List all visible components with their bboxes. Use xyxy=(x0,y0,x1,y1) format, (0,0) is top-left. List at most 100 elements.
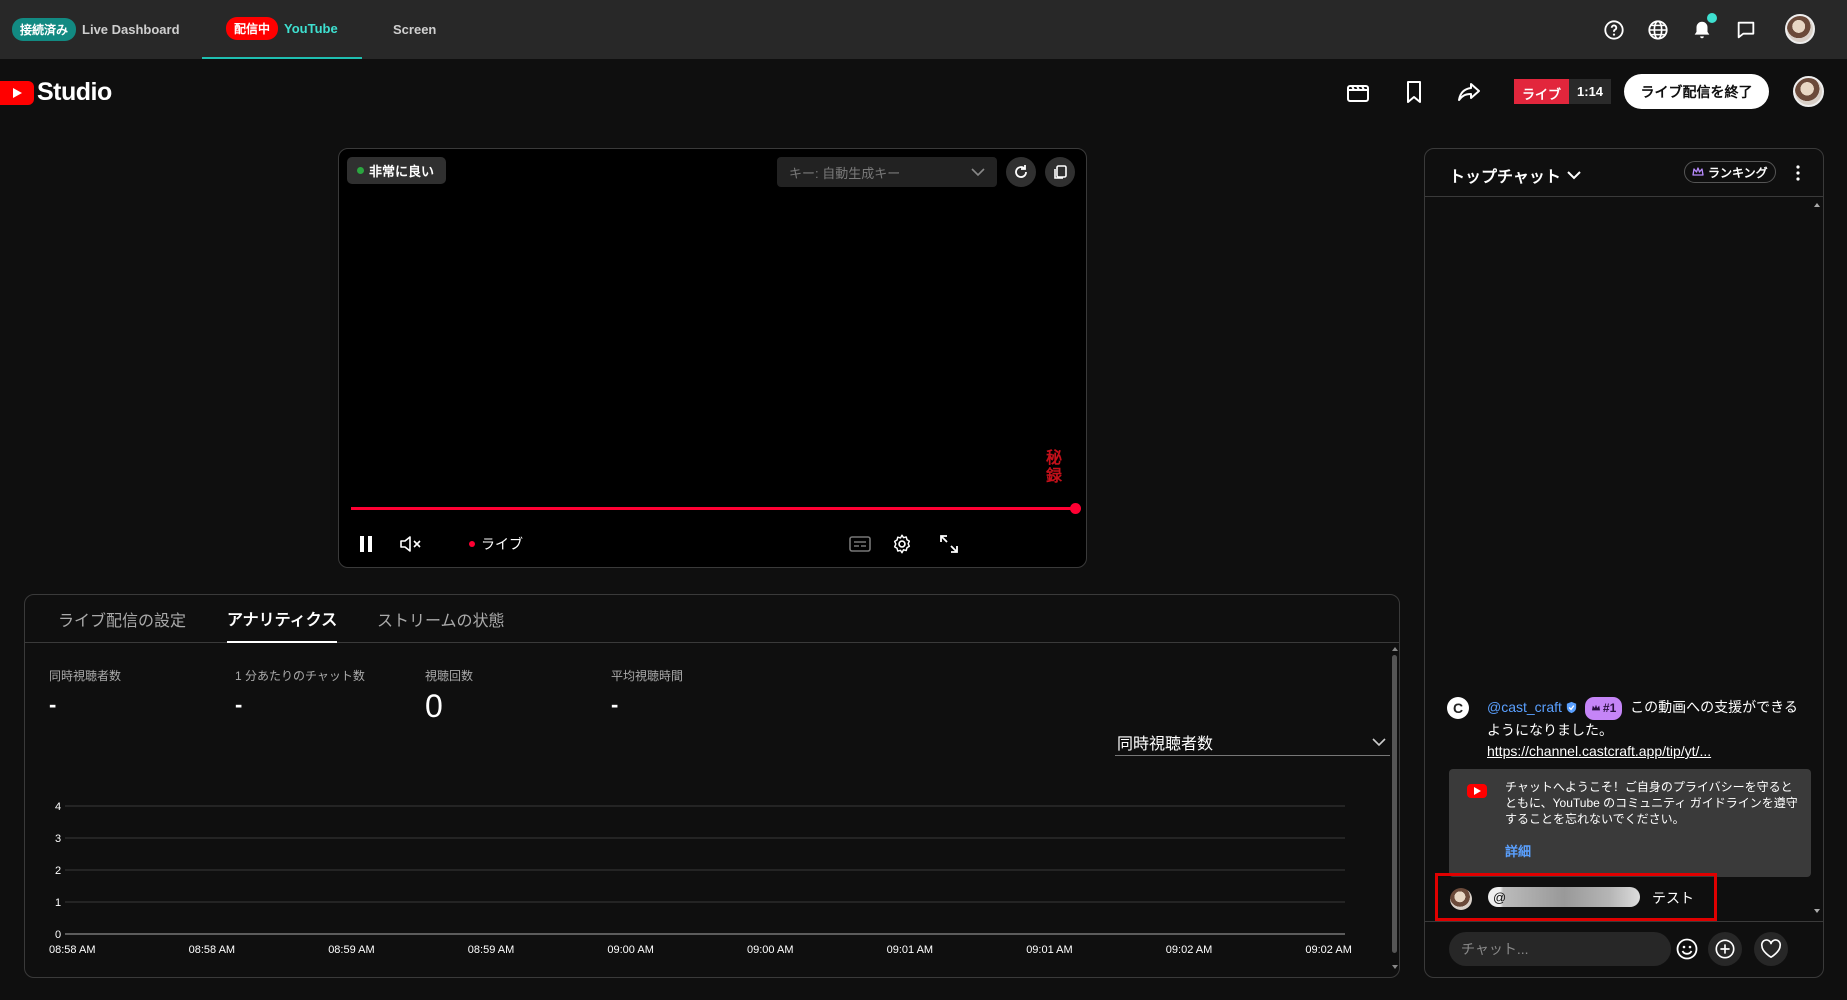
welcome-details-link[interactable]: 詳細 xyxy=(1505,841,1531,860)
verified-badge-icon xyxy=(1565,701,1578,714)
stream-health-badge: 非常に良い xyxy=(347,157,447,184)
tab-live-dashboard[interactable]: 接続済み Live Dashboard xyxy=(12,0,180,59)
heart-icon xyxy=(1760,939,1782,959)
captions-button[interactable] xyxy=(845,529,875,559)
tab-live-dashboard-label: Live Dashboard xyxy=(82,22,180,37)
more-options-icon[interactable] xyxy=(1787,161,1809,185)
x-tick-label: 09:02 AM xyxy=(1166,944,1212,956)
tab-youtube-label: YouTube xyxy=(284,21,338,36)
tab-screen[interactable]: Screen xyxy=(393,0,436,59)
chat-input[interactable] xyxy=(1449,932,1671,966)
rank-badge-label: #1 xyxy=(1602,701,1617,715)
help-icon[interactable] xyxy=(1601,17,1627,43)
chevron-down-icon xyxy=(971,167,985,177)
welcome-text: チャットへようこそ！ご自身のプライバシーを守るとともに、YouTube のコミュ… xyxy=(1505,780,1798,826)
mention-redacted[interactable]: @ xyxy=(1488,887,1640,907)
scrollbar-thumb[interactable] xyxy=(1392,655,1397,953)
chat-message-body: @cast_craft #1 この動画への支援ができるようになりました。https… xyxy=(1487,697,1807,762)
y-tick-label: 4 xyxy=(55,801,61,813)
streaming-badge: 配信中 xyxy=(226,17,279,40)
x-tick-label: 08:59 AM xyxy=(328,944,374,956)
viewers-line-chart: 0 1 2 3 4 08:58 AM 08:58 AM 08:59 AM 08:59 AM 09:… xyxy=(49,801,1352,956)
mention-at: @ xyxy=(1493,889,1507,905)
chat-title: トップチャット xyxy=(1449,169,1561,186)
x-tick-label: 09:00 AM xyxy=(607,944,653,956)
channel-avatar[interactable] xyxy=(1793,76,1824,107)
fullscreen-button[interactable] xyxy=(934,529,964,559)
chat-message-link[interactable]: https://channel.castcraft.app/tip/yt/... xyxy=(1487,743,1711,759)
plus-circle-icon xyxy=(1714,938,1736,960)
live-dot xyxy=(469,541,475,547)
chat-message: C @cast_craft #1 この動画への支援ができるようになりました。htt… xyxy=(1447,697,1807,762)
ranking-label: ランキング xyxy=(1708,165,1768,180)
crown-icon xyxy=(1591,704,1600,711)
panel-scrollbar[interactable] xyxy=(1391,645,1399,975)
copy-icon xyxy=(1052,164,1068,180)
y-tick-label: 1 xyxy=(55,897,61,909)
bell-icon[interactable] xyxy=(1689,13,1717,43)
tab-youtube[interactable]: 配信中 YouTube xyxy=(202,0,362,59)
chat-bubble-icon[interactable] xyxy=(1733,17,1759,43)
progress-knob[interactable] xyxy=(1070,503,1081,514)
chat-header: トップチャット ランキング xyxy=(1425,149,1823,197)
castcraft-avatar: C xyxy=(1447,697,1469,719)
copy-key-button[interactable] xyxy=(1045,157,1075,187)
emoji-icon[interactable] xyxy=(1675,937,1699,961)
settings-button[interactable] xyxy=(887,529,917,559)
chat-mode-select[interactable]: トップチャット xyxy=(1449,163,1581,187)
clapperboard-icon[interactable] xyxy=(1344,78,1372,106)
x-tick-label: 09:01 AM xyxy=(887,944,933,956)
tab-screen-label: Screen xyxy=(393,22,437,37)
chevron-down-icon xyxy=(1567,170,1581,180)
y-tick-label: 0 xyxy=(55,929,61,941)
captions-icon xyxy=(849,535,871,553)
health-dot xyxy=(357,167,364,174)
highlighted-chat-message: @ テスト xyxy=(1435,873,1717,921)
end-stream-button[interactable]: ライブ配信を終了 xyxy=(1624,74,1769,109)
x-tick-label: 09:00 AM xyxy=(747,944,793,956)
crown-icon xyxy=(1692,167,1704,177)
live-progress-bar[interactable] xyxy=(351,507,1075,510)
app-top-bar: 接続済み Live Dashboard 配信中 YouTube Screen xyxy=(0,0,1847,59)
notification-dot xyxy=(1707,13,1717,23)
stream-preview-player[interactable]: 非常に良い キー: 自動生成キー 秘録 ライブ xyxy=(338,148,1087,568)
chat-author[interactable]: @cast_craft xyxy=(1487,699,1562,715)
live-elapsed-time: 1:14 xyxy=(1569,79,1612,104)
volume-muted-icon xyxy=(399,534,423,554)
refresh-key-button[interactable] xyxy=(1006,157,1036,187)
like-button[interactable] xyxy=(1754,932,1788,966)
stream-key-select[interactable]: キー: 自動生成キー xyxy=(777,157,997,187)
refresh-icon xyxy=(1013,164,1029,180)
stream-watermark-logo: 秘録 xyxy=(1045,448,1062,485)
bookmark-icon[interactable] xyxy=(1400,78,1428,106)
y-tick-label: 2 xyxy=(55,865,61,877)
ranking-button[interactable]: ランキング xyxy=(1684,161,1776,183)
live-indicator: ライブ xyxy=(469,529,523,559)
pause-button[interactable] xyxy=(351,529,381,559)
x-tick-label: 08:58 AM xyxy=(49,944,95,956)
expand-icon xyxy=(939,534,959,554)
studio-logo-text: Studio xyxy=(37,78,112,106)
mute-button[interactable] xyxy=(396,529,426,559)
pause-icon xyxy=(358,535,374,553)
x-tick-label: 09:02 AM xyxy=(1305,944,1351,956)
avatar[interactable] xyxy=(1785,14,1815,44)
chat-avatar xyxy=(1450,888,1472,910)
add-button[interactable] xyxy=(1708,932,1742,966)
x-tick-label: 08:58 AM xyxy=(189,944,235,956)
share-icon[interactable] xyxy=(1455,78,1483,106)
scroll-up-arrow-icon[interactable] xyxy=(1813,201,1821,209)
live-status-badge: ライブ 1:14 xyxy=(1514,79,1612,104)
chat-input-row xyxy=(1425,921,1823,977)
youtube-play-icon xyxy=(0,80,34,105)
chat-welcome-notice: チャットへようこそ！ご自身のプライバシーを守るとともに、YouTube のコミュ… xyxy=(1449,769,1811,877)
youtube-logo-icon xyxy=(1467,784,1487,798)
rank-badge: #1 xyxy=(1584,697,1623,720)
live-indicator-label: ライブ xyxy=(481,536,523,552)
globe-icon[interactable] xyxy=(1645,17,1671,43)
live-label: ライブ xyxy=(1514,79,1570,104)
scroll-down-arrow-icon[interactable] xyxy=(1813,907,1821,915)
studio-logo[interactable]: Studio xyxy=(0,78,112,107)
stream-key-placeholder: キー: 自動生成キー xyxy=(789,165,901,181)
gear-icon xyxy=(891,533,913,555)
